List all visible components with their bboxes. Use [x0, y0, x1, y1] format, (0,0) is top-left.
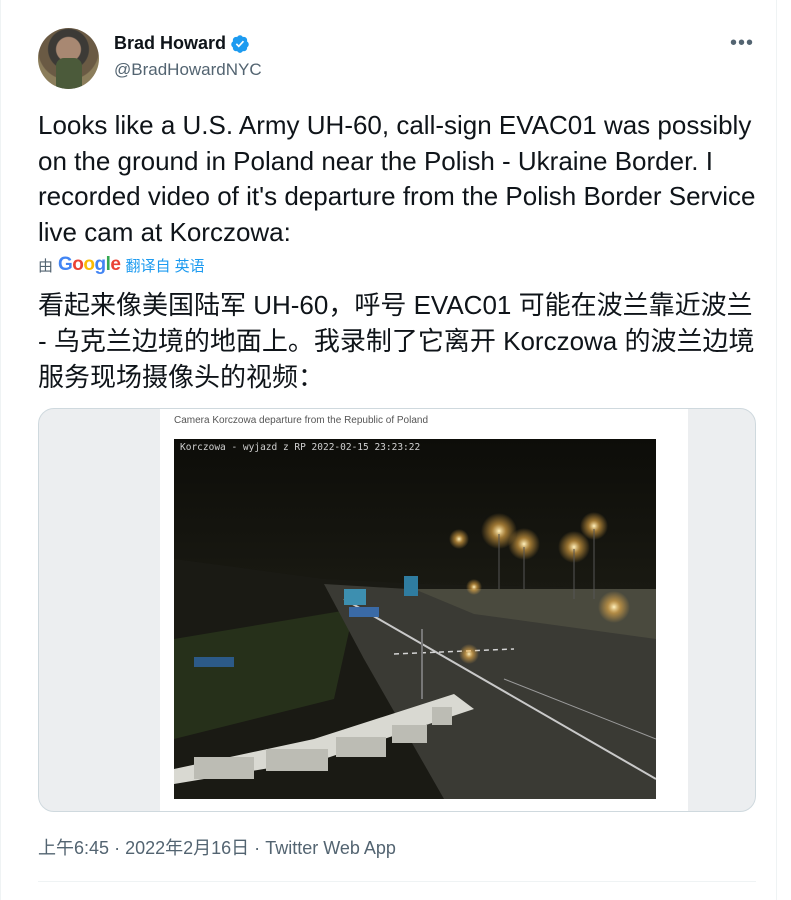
tweet-time[interactable]: 上午6:45: [38, 838, 109, 858]
tweet-date[interactable]: 2022年2月16日: [125, 838, 249, 858]
camera-timestamp: Korczowa - wyjazd z RP 2022-02-15 23:23:…: [180, 442, 421, 453]
google-logo: Google: [58, 254, 121, 275]
avatar[interactable]: [38, 28, 99, 89]
tweet-media[interactable]: Camera Korczowa departure from the Repub…: [38, 408, 756, 812]
tweet-source[interactable]: Twitter Web App: [265, 838, 396, 858]
camera-feed-image: Korczowa - wyjazd z RP 2022-02-15 23:23:…: [174, 439, 656, 799]
author-name-row[interactable]: Brad Howard: [114, 33, 250, 54]
separator: ·: [114, 838, 121, 858]
camera-scene: [174, 439, 656, 799]
translation-attribution: 由 Google 翻译自 英语: [38, 254, 205, 276]
verified-badge-icon: [231, 34, 249, 53]
tweet-text: Looks like a U.S. Army UH-60, call-sign …: [38, 110, 756, 247]
frame-border-right: [776, 0, 777, 900]
translated-by-label: 由: [38, 257, 54, 275]
media-caption: Camera Korczowa departure from the Repub…: [174, 415, 429, 426]
translated-from-link[interactable]: 翻译自 英语: [125, 255, 204, 276]
separator: ·: [254, 838, 261, 858]
author-name[interactable]: Brad Howard: [114, 33, 226, 54]
more-options-icon[interactable]: •••: [730, 32, 754, 55]
translated-tweet-text: 看起来像美国陆军 UH-60，呼号 EVAC01 可能在波兰靠近波兰 - 乌克兰…: [38, 290, 755, 392]
tweet-metadata: 上午6:45 · 2022年2月16日 · Twitter Web App: [38, 834, 396, 860]
author-handle[interactable]: @BradHowardNYC: [114, 60, 262, 80]
frame-border-left: [0, 0, 1, 900]
divider: [38, 881, 756, 882]
media-image[interactable]: Camera Korczowa departure from the Repub…: [160, 409, 688, 811]
